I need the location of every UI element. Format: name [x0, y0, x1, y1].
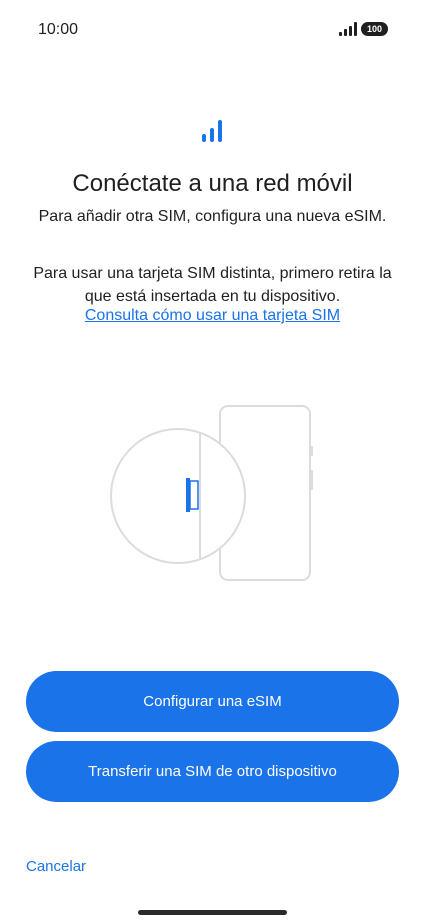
page-title: Conéctate a una red móvil [72, 170, 353, 197]
transfer-sim-button[interactable]: Transferir una SIM de otro dispositivo [26, 741, 399, 802]
sim-tray-illustration-icon [110, 405, 313, 581]
sim-instructions: Para usar una tarjeta SIM distinta, prim… [33, 265, 392, 305]
cellular-signal-icon [202, 120, 222, 142]
status-bar: 10:00 100 [0, 0, 425, 60]
status-time: 10:00 [38, 21, 79, 38]
battery-icon: 100 [361, 22, 388, 36]
navigation-handle[interactable] [138, 910, 287, 915]
sim-help-link[interactable]: Consulta cómo usar una tarjeta SIM [0, 307, 425, 325]
configure-esim-button[interactable]: Configurar una eSIM [26, 671, 399, 732]
battery-level: 100 [366, 24, 383, 34]
cancel-button[interactable]: Cancelar [26, 858, 86, 875]
signal-bars-icon [339, 22, 357, 36]
page-subtitle: Para añadir otra SIM, configura una nuev… [38, 208, 387, 225]
